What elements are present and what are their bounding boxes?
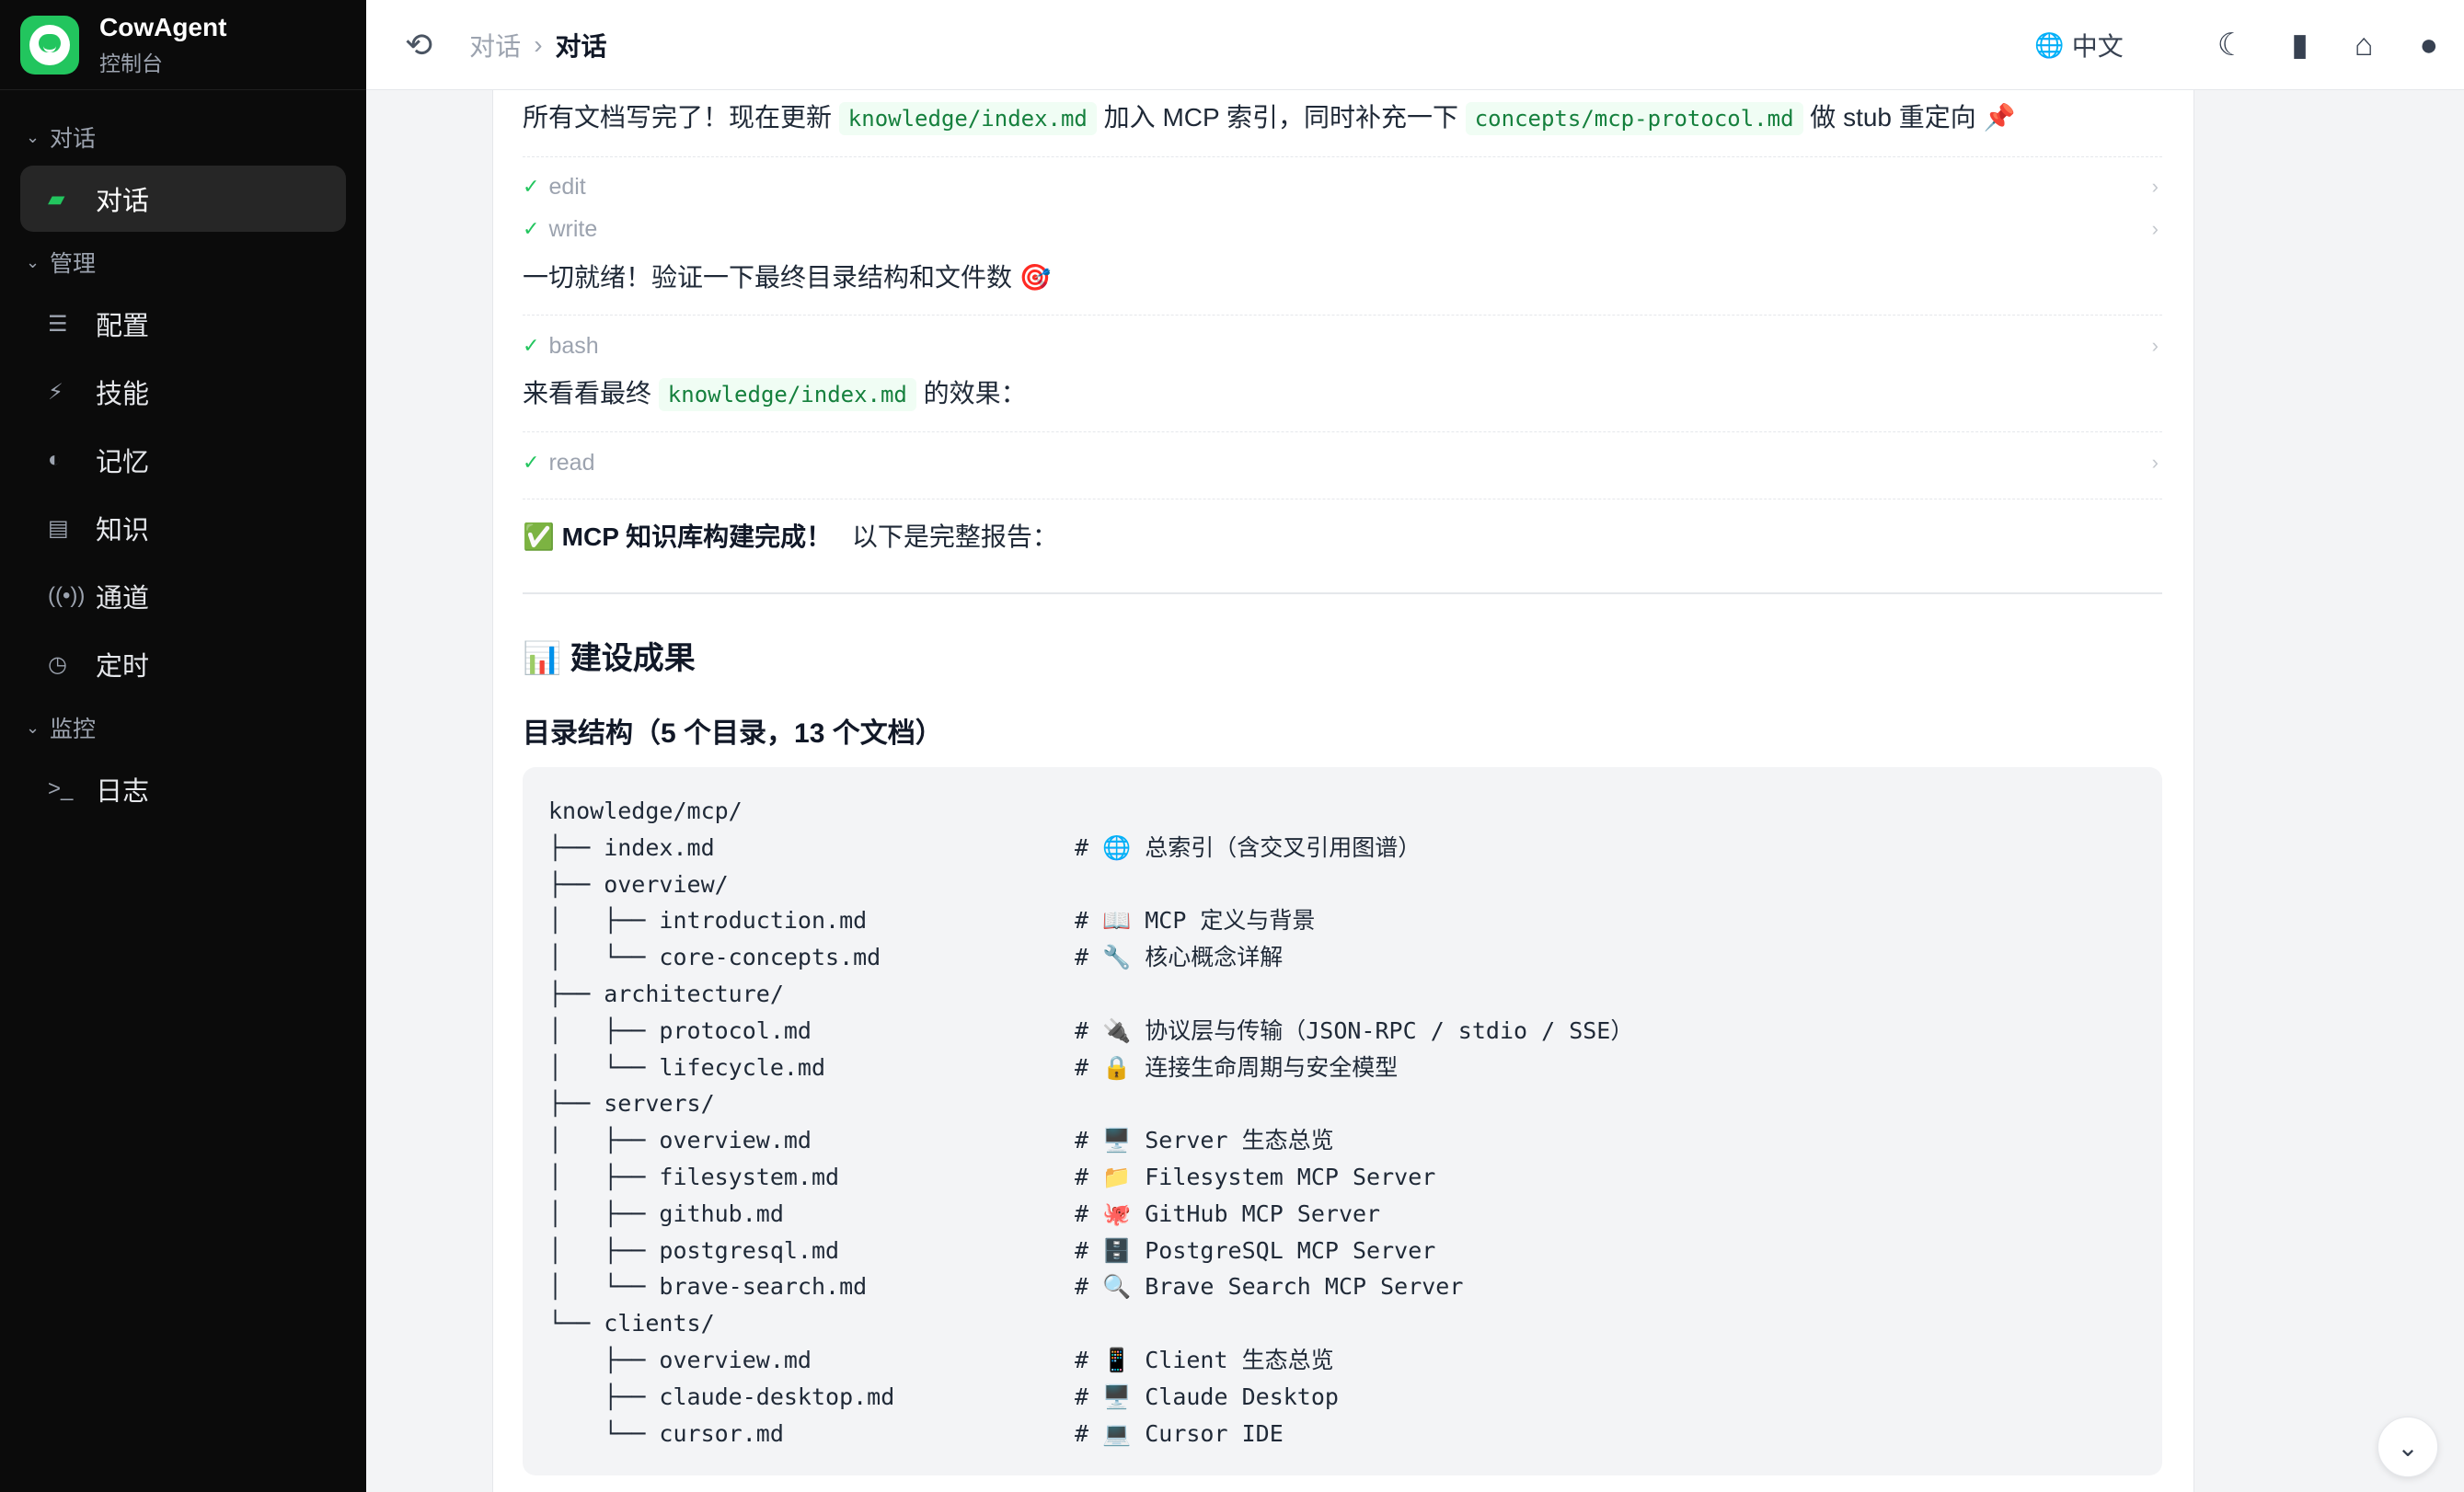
sidebar-item-label: 定时 [96,652,150,682]
tool-name: edit [548,173,586,200]
message-text: 做 stub 重定向 📌 [1810,103,2016,132]
inline-code: concepts/mcp-protocol.md [1465,102,1803,135]
chevron-down-icon: ⌄ [26,252,40,271]
message-strong: ✅ MCP 知识库构建完成！ [523,522,833,551]
section-label: 管理 [50,251,97,277]
sliders-icon: ☰ [48,311,68,337]
chevron-right-icon: › [2151,217,2159,240]
sidebar-item-label: 配置 [96,312,150,341]
chat-icon: ▰ [48,186,65,212]
chevron-down-icon: ⌄ [2397,1432,2419,1462]
message-text: 以下是完整报告： [851,522,1058,551]
home-icon[interactable]: ⌂ [2355,28,2374,63]
tool-name: bash [548,332,599,359]
sidebar-item-label: 知识 [96,516,150,545]
sidebar-item-channels[interactable]: ((•)) 通道 [20,563,346,629]
book-icon: ▤ [48,515,69,541]
breadcrumb: 对话 › 对话 [469,27,606,63]
check-icon: ✓ [523,217,540,240]
github-icon[interactable]: ● [2419,28,2438,63]
sidebar-item-label: 记忆 [96,448,150,477]
app-name: CowAgent [99,12,227,41]
app-logo-icon [20,15,79,75]
chevron-right-icon: › [2151,451,2159,474]
assistant-message: 来看看最终 knowledge/index.md 的效果： [523,375,1027,411]
section-label: 监控 [50,717,97,742]
tool-call-write[interactable]: ✓ write › [523,208,2162,250]
topbar: ⟲ 对话 › 对话 🌐 中文 ☾ ▮ ⌂ ● [366,0,2464,90]
divider [523,592,2162,594]
code-block: knowledge/mcp/ ├── index.md # 🌐 总索引（含交叉引… [523,767,2162,1475]
breadcrumb-parent[interactable]: 对话 [469,27,521,63]
chevron-down-icon: ⌄ [26,127,40,146]
message-text: 所有文档写完了！现在更新 [523,103,833,132]
section-monitor[interactable]: ⌄ 监控 [20,699,346,756]
terminal-icon: >_ [48,776,74,801]
chevron-right-icon: › [2151,175,2159,198]
sidebar-item-chat[interactable]: ▰ 对话 [20,166,346,232]
chevron-right-icon: › [2151,334,2159,357]
assistant-message: 所有文档写完了！现在更新 knowledge/index.md 加入 MCP 索… [523,99,2162,135]
sidebar-item-label: 通道 [96,584,150,614]
chevron-down-icon: ⌄ [26,717,40,737]
divider [523,156,2162,157]
history-icon[interactable]: ⟲ [405,26,432,64]
check-icon: ✓ [523,334,540,357]
globe-icon: 🌐 [2034,30,2065,59]
sidebar-item-label: 日志 [96,777,150,807]
sidebar-item-config[interactable]: ☰ 配置 [20,291,346,357]
tool-name: write [548,215,598,242]
brand[interactable]: CowAgent 控制台 [0,0,366,90]
check-icon: ✓ [523,175,540,198]
app-subtitle: 控制台 [99,51,163,75]
section-manage[interactable]: ⌄ 管理 [20,234,346,291]
topbar-actions: 🌐 中文 ☾ ▮ ⌂ ● [2034,0,2438,90]
message-text: 来看看最终 [523,379,652,407]
section-label: 对话 [50,126,97,152]
bolt-icon: ⚡ [48,379,63,405]
language-label: 中文 [2071,32,2124,61]
inline-code: knowledge/index.md [838,102,1097,135]
docs-icon[interactable]: ▮ [2291,27,2309,63]
language-switcher[interactable]: 🌐 中文 [2034,27,2123,63]
divider [523,431,2162,432]
inline-code: knowledge/index.md [658,378,916,411]
sidebar-item-skills[interactable]: ⚡ 技能 [20,359,346,425]
chevron-right-icon: › [534,29,543,59]
brain-icon: ◐ [48,447,62,472]
sidebar-item-knowledge[interactable]: ▤ 知识 [20,495,346,561]
clock-icon: ◷ [48,651,67,677]
section-chat[interactable]: ⌄ 对话 [20,109,346,166]
sidebar-item-label: 技能 [96,380,150,409]
check-icon: ✓ [523,451,540,474]
sidebar-nav: ⌄ 对话 ▰ 对话 ⌄ 管理 ☰ 配置 ⚡ 技能 ◐ 记忆 ▤ 知识 ((•)) [0,90,366,822]
chat-panel: 所有文档写完了！现在更新 knowledge/index.md 加入 MCP 索… [492,90,2194,1492]
sidebar-item-logs[interactable]: >_ 日志 [20,756,346,822]
section-heading: 📊 建设成果 [523,641,696,676]
assistant-message: 一切就绪！验证一下最终目录结构和文件数 🎯 [523,263,1052,292]
scroll-to-bottom-button[interactable]: ⌄ [2378,1417,2438,1477]
sub-heading: 目录结构（5 个目录，13 个文档） [523,718,943,749]
tool-call-bash[interactable]: ✓ bash › [523,325,2162,367]
tool-call-edit[interactable]: ✓ edit › [523,166,2162,208]
message-text: 加入 MCP 索引，同时补充一下 [1103,103,1458,132]
antenna-icon: ((•)) [48,583,86,608]
divider [523,315,2162,316]
sidebar-item-label: 对话 [96,187,150,216]
assistant-message: ✅ MCP 知识库构建完成！ 以下是完整报告： [523,519,1058,555]
moon-icon[interactable]: ☾ [2217,27,2245,63]
sidebar-item-schedule[interactable]: ◷ 定时 [20,631,346,697]
sidebar: CowAgent 控制台 ⌄ 对话 ▰ 对话 ⌄ 管理 ☰ 配置 ⚡ 技能 ◐ … [0,0,366,1492]
sidebar-item-memory[interactable]: ◐ 记忆 [20,427,346,493]
message-text: 的效果： [923,379,1027,407]
tool-name: read [548,449,595,476]
breadcrumb-current: 对话 [555,31,607,61]
tool-call-read[interactable]: ✓ read › [523,442,2162,484]
